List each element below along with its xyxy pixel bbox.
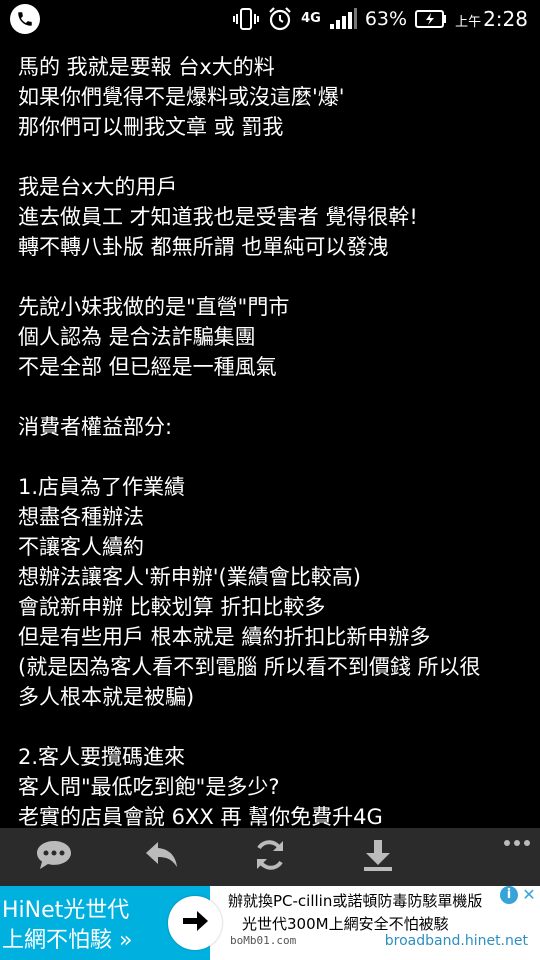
refresh-icon — [252, 837, 288, 877]
ad-text-line2: 光世代300M上網安全不怕被駭 — [242, 915, 449, 933]
ad-text-line1: 辦就換PC-cillin或諾頓防毒防駭單機版 — [228, 892, 483, 910]
article-line: 轉不轉八卦版 都無所謂 也單純可以發洩 — [18, 235, 389, 259]
article-line: 1.店員為了作業績 — [18, 475, 186, 499]
article-line: 多人根本就是被騙) — [18, 685, 195, 709]
more-menu-button[interactable] — [504, 840, 530, 846]
reply-icon — [144, 840, 180, 874]
article-line: 想辦法讓客人'新申辦'(業績會比較高) — [18, 565, 361, 589]
phone-icon — [10, 4, 40, 34]
watermark-domain: boMb01.com — [230, 934, 297, 947]
more-icon — [504, 840, 510, 846]
battery-percent: 63% — [364, 8, 408, 30]
article-line: 不是全部 但已經是一種風氣 — [18, 355, 277, 379]
article-line: 馬的 我就是要報 台x大的料 — [18, 55, 275, 79]
article-line: 但是有些用戶 根本就是 續約折扣比新申辦多 — [18, 625, 431, 649]
ad-banner[interactable]: HiNet光世代 上網不怕駭 » 辦就換PC-cillin或諾頓防毒防駭單機版 … — [0, 886, 540, 960]
article-line: 2.客人要攬碼進來 — [18, 745, 186, 769]
comment-button[interactable] — [0, 828, 108, 886]
alarm-icon — [267, 6, 293, 32]
ad-url-link[interactable]: broadband.hinet.net — [385, 933, 528, 949]
reply-button[interactable] — [108, 828, 216, 886]
ad-text-panel[interactable]: 辦就換PC-cillin或諾頓防毒防駭單機版 光世代300M上網安全不怕被駭 b… — [228, 886, 540, 960]
arrow-right-icon — [181, 909, 209, 937]
article-line: 那你們可以刪我文章 或 罰我 — [18, 115, 284, 139]
refresh-button[interactable] — [216, 828, 324, 886]
article-line: 我是台x大的用戶 — [18, 175, 178, 199]
article-line: 先說小妹我做的是"直營"門市 — [18, 295, 290, 319]
comment-icon — [35, 839, 73, 875]
vibrate-icon — [233, 7, 260, 31]
article-line: 想盡各種辦法 — [18, 505, 144, 529]
ad-info-icon[interactable]: i — [500, 886, 518, 904]
ad-headline: HiNet光世代 — [2, 898, 130, 923]
clock: 上午 2:28 — [455, 7, 528, 31]
article-line: 會說新申辦 比較划算 折扣比較多 — [18, 595, 326, 619]
network-4g-icon: 4G — [301, 11, 321, 26]
signal-icon — [329, 8, 357, 30]
ad-subheadline: 上網不怕駭 » — [2, 928, 133, 953]
ad-arrow-button[interactable] — [168, 896, 222, 950]
ad-close-icon[interactable]: ✕ — [520, 886, 538, 904]
article-body: 馬的 我就是要報 台x大的料如果你們覺得不是爆料或沒這麼'爆' 那你們可以刪我文章… — [18, 52, 523, 862]
article-line: 客人問"最低吃到飽"是多少? — [18, 775, 280, 799]
bottom-toolbar — [0, 828, 540, 886]
article-line: 進去做員工 才知道我也是受害者 覺得很幹! — [18, 205, 418, 229]
article-line: 消費者權益部分: — [18, 415, 173, 439]
article-line: 不讓客人續約 — [18, 535, 144, 559]
battery-icon — [415, 10, 447, 28]
download-icon — [361, 838, 395, 876]
article-line: 如果你們覺得不是爆料或沒這麼'爆' — [18, 85, 345, 109]
status-bar: 4G 63% 上午 2:28 — [0, 0, 540, 38]
download-button[interactable] — [324, 828, 432, 886]
article-line: (就是因為客人看不到電腦 所以看不到價錢 所以很 — [18, 655, 481, 679]
article-line: 個人認為 是合法詐騙集團 — [18, 325, 256, 349]
